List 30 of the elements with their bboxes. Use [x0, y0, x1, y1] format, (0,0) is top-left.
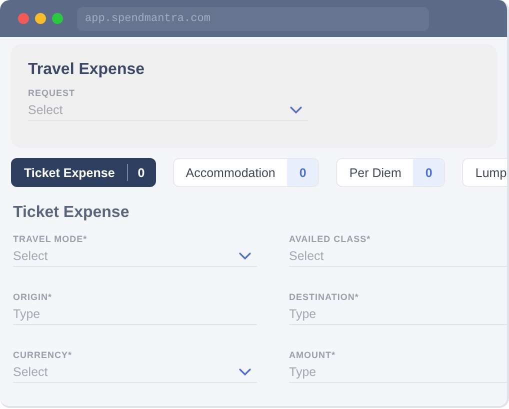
- chevron-down-icon[interactable]: [239, 368, 251, 376]
- field-label: CURRENCY*: [13, 350, 74, 361]
- select-field[interactable]: Select: [13, 361, 257, 383]
- input-field[interactable]: Select: [289, 245, 507, 267]
- tab[interactable]: Ticket Expense 0: [11, 158, 156, 187]
- count-badge: 0: [287, 159, 318, 186]
- section-title: Ticket Expense: [13, 204, 130, 222]
- field-label: DESTINATION*: [289, 292, 360, 303]
- input-field[interactable]: Type: [289, 361, 507, 383]
- close-dot-icon[interactable]: [18, 13, 29, 24]
- tab[interactable]: Lump: [462, 158, 507, 187]
- field-label: AMOUNT*: [289, 350, 336, 361]
- chevron-down-icon[interactable]: [239, 252, 251, 260]
- field-label: AVAILED CLASS*: [289, 234, 372, 245]
- zoom-dot-icon[interactable]: [52, 13, 63, 24]
- select-field[interactable]: Select: [28, 99, 308, 121]
- field-label: REQUEST: [28, 88, 76, 99]
- address-bar[interactable]: app.spendmantra.com: [77, 6, 429, 30]
- count-badge: 0: [413, 159, 444, 186]
- chevron-down-icon[interactable]: [290, 106, 302, 114]
- select-field[interactable]: Select: [13, 245, 257, 267]
- count-badge: 0: [126, 164, 155, 181]
- input-field[interactable]: Type: [289, 303, 507, 325]
- tab[interactable]: Per Diem 0: [336, 158, 446, 187]
- input-field[interactable]: Type: [13, 303, 257, 325]
- tab[interactable]: Accommodation 0: [172, 158, 320, 187]
- panel-title: Travel Expense: [28, 61, 146, 79]
- field-label: TRAVEL MODE*: [13, 234, 88, 245]
- minimize-dot-icon[interactable]: [35, 13, 46, 24]
- field-label: ORIGIN*: [13, 292, 54, 303]
